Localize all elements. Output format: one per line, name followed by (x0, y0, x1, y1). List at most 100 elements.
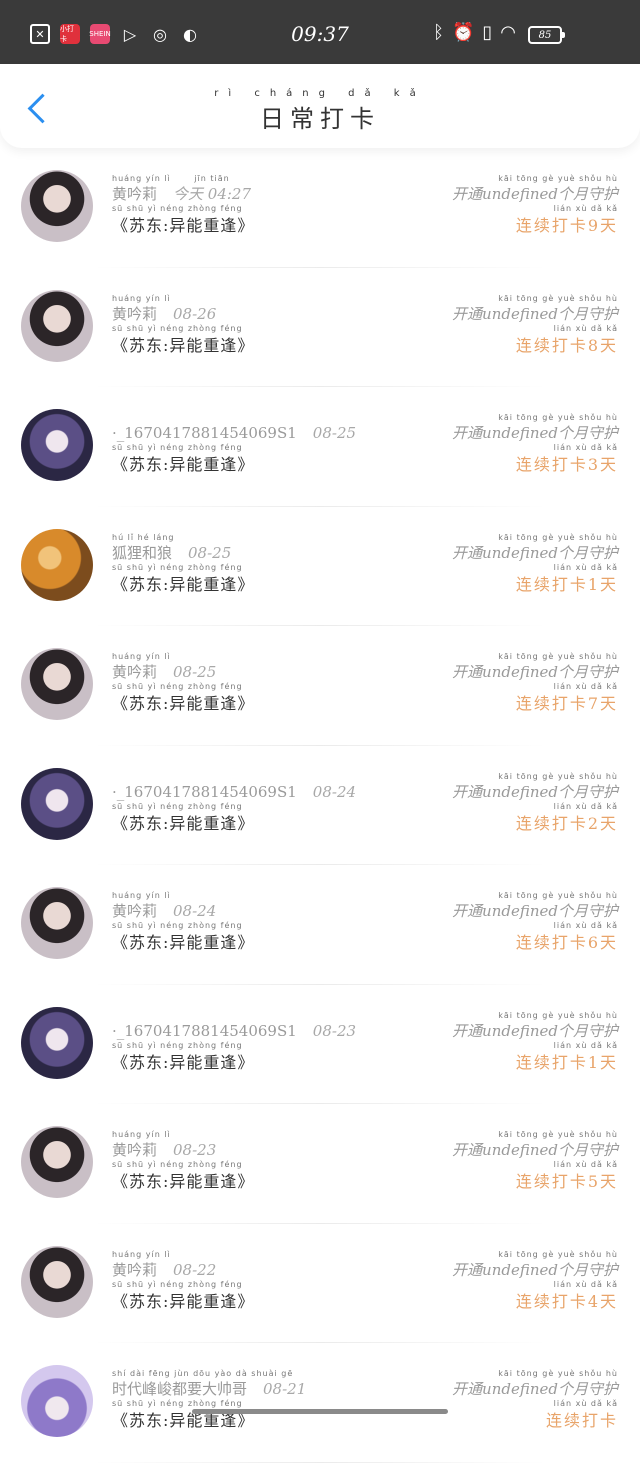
avatar[interactable] (21, 887, 93, 959)
avatar[interactable] (21, 290, 93, 362)
list-item[interactable]: huáng yín lì 黄吟莉08-23 sū shū yì néng zhò… (0, 1104, 640, 1224)
streak-count: 连续打卡5天 (378, 1170, 618, 1194)
guard-status: 开通undefined个月守护 (378, 543, 618, 563)
book-title[interactable]: 《苏东:异能重逢》 (112, 812, 402, 836)
user-name[interactable]: ·_1670417881454069S1 (112, 783, 297, 801)
user-name[interactable]: 狐狸和狼 (112, 544, 172, 562)
user-name[interactable]: 黄吟莉 (112, 1261, 157, 1279)
name-line: 时代峰峻都要大帅哥08-21 (112, 1379, 402, 1399)
book-pinyin: sū shū yì néng zhòng féng (112, 1041, 402, 1051)
wifi-icon: ◠ (500, 22, 516, 43)
book-pinyin: sū shū yì néng zhòng féng (112, 443, 402, 453)
list-item[interactable]: huáng yín lì 黄吟莉08-22 sū shū yì néng zhò… (0, 1224, 640, 1344)
streak-pinyin: lián xù dǎ kǎ (378, 1160, 618, 1170)
book-title[interactable]: 《苏东:异能重逢》 (112, 214, 402, 238)
entry-status: kāi tōng gè yuè shǒu hù 开通undefined个月守护 … (378, 1130, 618, 1194)
streak-count: 连续打卡6天 (378, 931, 618, 955)
list-item[interactable]: ·_1670417881454069S108-23 sū shū yì néng… (0, 985, 640, 1105)
guard-status: 开通undefined个月守护 (378, 1140, 618, 1160)
name-line: 黄吟莉08-23 (112, 1140, 402, 1160)
streak-pinyin: lián xù dǎ kǎ (378, 563, 618, 573)
name-pinyin: huáng yín lì (112, 891, 402, 901)
entry-info: huáng yín lì jīn tiān 黄吟莉今天 04:27 sū shū… (112, 174, 402, 238)
book-pinyin: sū shū yì néng zhòng féng (112, 921, 402, 931)
vibrate-icon: ▯ (482, 22, 492, 43)
home-indicator[interactable] (192, 1409, 448, 1414)
book-title[interactable]: 《苏东:异能重逢》 (112, 453, 402, 477)
streak-count: 连续打卡8天 (378, 334, 618, 358)
avatar[interactable] (21, 1007, 93, 1079)
streak-count: 连续打卡9天 (378, 214, 618, 238)
name-line: 黄吟莉今天 04:27 (112, 184, 402, 204)
status-pinyin: kāi tōng gè yuè shǒu hù (378, 772, 618, 782)
checkin-date: 08-24 (313, 783, 356, 801)
book-title[interactable]: 《苏东:异能重逢》 (112, 692, 402, 716)
guard-status: 开通undefined个月守护 (378, 782, 618, 802)
streak-count: 连续打卡3天 (378, 453, 618, 477)
avatar[interactable] (21, 1126, 93, 1198)
user-name[interactable]: 黄吟莉 (112, 663, 157, 681)
list-item[interactable]: huáng yín lì 黄吟莉08-25 sū shū yì néng zhò… (0, 626, 640, 746)
guard-status: 开通undefined个月守护 (378, 1379, 618, 1399)
user-name[interactable]: ·_1670417881454069S1 (112, 1022, 297, 1040)
row-divider (92, 1462, 548, 1463)
user-name[interactable]: 黄吟莉 (112, 185, 157, 203)
name-pinyin (112, 772, 402, 782)
streak-pinyin: lián xù dǎ kǎ (378, 1280, 618, 1290)
status-bar: ✕ 小打卡 SHEIN ▷ ◎ ◐ 09:37 ᛒ ⏰ ▯ ◠ 85 (0, 0, 640, 64)
guard-status: 开通undefined个月守护 (378, 184, 618, 204)
user-name[interactable]: 时代峰峻都要大帅哥 (112, 1380, 247, 1398)
avatar[interactable] (21, 648, 93, 720)
streak-count: 连续打卡2天 (378, 812, 618, 836)
entry-info: ·_1670417881454069S108-23 sū shū yì néng… (112, 1011, 402, 1075)
user-name[interactable]: 黄吟莉 (112, 305, 157, 323)
name-pinyin (112, 413, 402, 423)
checkin-date: 08-22 (173, 1261, 216, 1279)
name-pinyin: huáng yín lì jīn tiān (112, 174, 402, 184)
status-pinyin: kāi tōng gè yuè shǒu hù (378, 1011, 618, 1021)
book-title[interactable]: 《苏东:异能重逢》 (112, 1290, 402, 1314)
list-item[interactable]: huáng yín lì 黄吟莉08-26 sū shū yì néng zhò… (0, 268, 640, 388)
user-name[interactable]: ·_1670417881454069S1 (112, 424, 297, 442)
battery-level: 85 (539, 30, 552, 41)
streak-count: 连续打卡1天 (378, 1051, 618, 1075)
list-item[interactable]: ·_1670417881454069S108-24 sū shū yì néng… (0, 746, 640, 866)
checkin-date: 08-24 (173, 902, 216, 920)
user-name[interactable]: 黄吟莉 (112, 1141, 157, 1159)
name-pinyin: huáng yín lì (112, 294, 402, 304)
streak-pinyin: lián xù dǎ kǎ (378, 1041, 618, 1051)
streak-pinyin: lián xù dǎ kǎ (378, 324, 618, 334)
page-title-wrap: rì cháng dǎ kǎ 日常打卡 (0, 88, 640, 134)
name-line: 黄吟莉08-26 (112, 304, 402, 324)
entry-status: kāi tōng gè yuè shǒu hù 开通undefined个月守护 … (378, 533, 618, 597)
list-item[interactable]: hú lǐ hé láng 狐狸和狼08-25 sū shū yì néng z… (0, 507, 640, 627)
book-title[interactable]: 《苏东:异能重逢》 (112, 573, 402, 597)
list-item[interactable]: ·_1670417881454069S108-25 sū shū yì néng… (0, 387, 640, 507)
avatar[interactable] (21, 409, 93, 481)
streak-count: 连续打卡4天 (378, 1290, 618, 1314)
bluetooth-icon: ᛒ (433, 22, 444, 43)
book-title[interactable]: 《苏东:异能重逢》 (112, 334, 402, 358)
avatar[interactable] (21, 529, 93, 601)
avatar[interactable] (21, 1246, 93, 1318)
book-pinyin: sū shū yì néng zhòng féng (112, 324, 402, 334)
avatar[interactable] (21, 1365, 93, 1437)
book-title[interactable]: 《苏东:异能重逢》 (112, 1170, 402, 1194)
avatar[interactable] (21, 170, 93, 242)
avatar[interactable] (21, 768, 93, 840)
book-title[interactable]: 《苏东:异能重逢》 (112, 1051, 402, 1075)
book-title[interactable]: 《苏东:异能重逢》 (112, 931, 402, 955)
user-name[interactable]: 黄吟莉 (112, 902, 157, 920)
list-item[interactable]: shí dài fēng jùn dōu yào dà shuài gē 时代峰… (0, 1343, 640, 1463)
list-item[interactable]: huáng yín lì jīn tiān 黄吟莉今天 04:27 sū shū… (0, 148, 640, 268)
list-item[interactable]: huáng yín lì 黄吟莉 08-24 sū shū yì néng zhò… (0, 865, 640, 985)
streak-pinyin: lián xù dǎ kǎ (378, 682, 618, 692)
name-pinyin: hú lǐ hé láng (112, 533, 402, 543)
book-pinyin: sū shū yì néng zhòng féng (112, 563, 402, 573)
header: rì cháng dǎ kǎ 日常打卡 (0, 64, 640, 148)
book-pinyin: sū shū yì néng zhòng féng (112, 1399, 402, 1409)
streak-pinyin: lián xù dǎ kǎ (378, 443, 618, 453)
entry-status: kāi tōng gè yuè shǒu hù 开通undefined个月守护 … (378, 891, 618, 955)
name-line: 黄吟莉 08-24 (112, 901, 402, 921)
battery-icon: 85 (528, 26, 562, 44)
